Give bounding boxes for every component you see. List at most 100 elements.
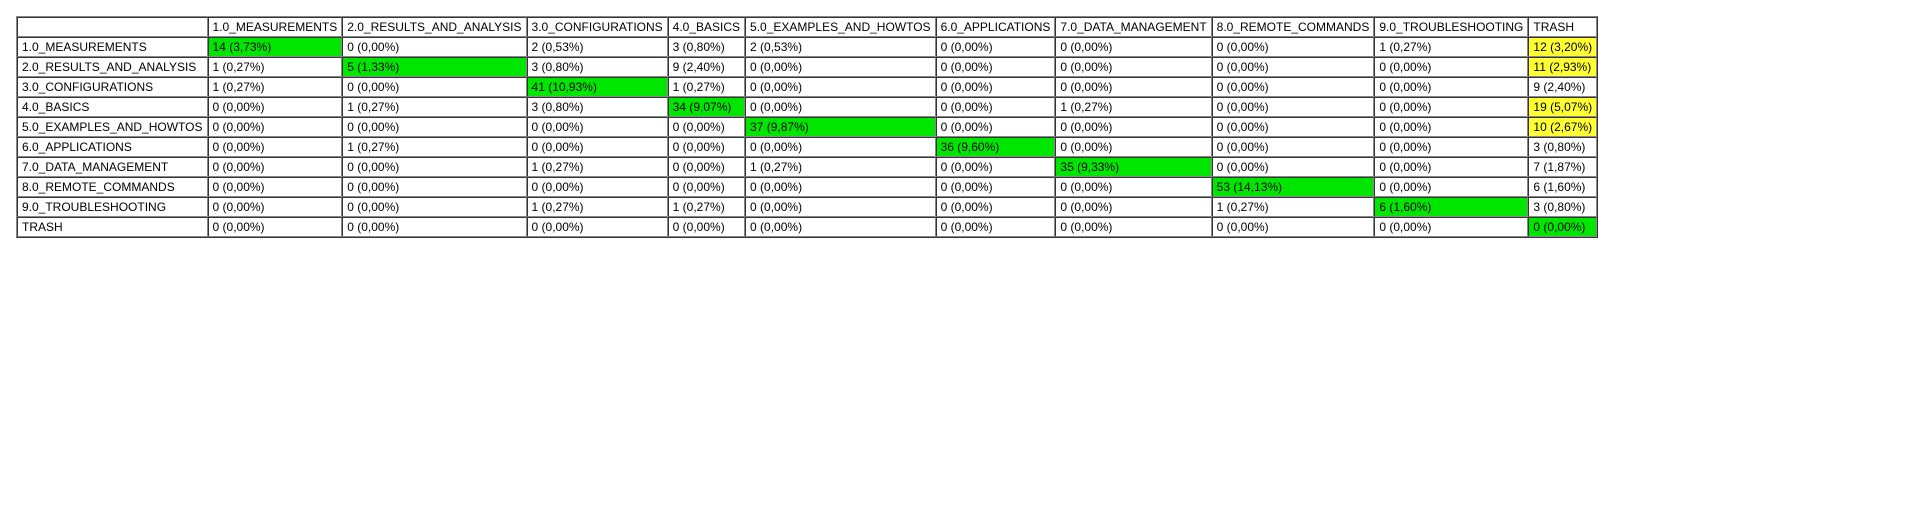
matrix-cell: 6 (1,60%): [1374, 197, 1528, 217]
matrix-cell: 0 (0,00%): [668, 177, 745, 197]
matrix-cell: 0 (0,00%): [208, 97, 343, 117]
matrix-cell: 0 (0,00%): [745, 137, 936, 157]
row-header: 6.0_APPLICATIONS: [17, 137, 208, 157]
matrix-cell: 0 (0,00%): [668, 117, 745, 137]
matrix-cell: 1 (0,27%): [342, 137, 526, 157]
col-header: 1.0_MEASUREMENTS: [208, 17, 343, 37]
matrix-cell: 0 (0,00%): [1212, 137, 1375, 157]
matrix-cell: 0 (0,00%): [1055, 57, 1211, 77]
table-row: TRASH0 (0,00%)0 (0,00%)0 (0,00%)0 (0,00%…: [17, 217, 1597, 237]
row-header: 8.0_REMOTE_COMMANDS: [17, 177, 208, 197]
matrix-cell: 0 (0,00%): [342, 177, 526, 197]
matrix-cell: 0 (0,00%): [342, 197, 526, 217]
matrix-cell: 1 (0,27%): [668, 197, 745, 217]
matrix-cell: 12 (3,20%): [1528, 37, 1597, 57]
matrix-cell: 0 (0,00%): [527, 217, 668, 237]
matrix-cell: 5 (1,33%): [342, 57, 526, 77]
col-header: 8.0_REMOTE_COMMANDS: [1212, 17, 1375, 37]
matrix-cell: 1 (0,27%): [1055, 97, 1211, 117]
matrix-cell: 1 (0,27%): [208, 57, 343, 77]
matrix-cell: 0 (0,00%): [745, 177, 936, 197]
matrix-cell: 0 (0,00%): [668, 157, 745, 177]
table-row: 2.0_RESULTS_AND_ANALYSIS1 (0,27%)5 (1,33…: [17, 57, 1597, 77]
matrix-cell: 0 (0,00%): [745, 77, 936, 97]
matrix-cell: 3 (0,80%): [527, 97, 668, 117]
table-row: 7.0_DATA_MANAGEMENT0 (0,00%)0 (0,00%)1 (…: [17, 157, 1597, 177]
matrix-cell: 53 (14,13%): [1212, 177, 1375, 197]
table-row: 3.0_CONFIGURATIONS1 (0,27%)0 (0,00%)41 (…: [17, 77, 1597, 97]
matrix-cell: 0 (0,00%): [1212, 77, 1375, 97]
matrix-cell: 0 (0,00%): [936, 57, 1056, 77]
col-header: 3.0_CONFIGURATIONS: [527, 17, 668, 37]
matrix-cell: 0 (0,00%): [208, 197, 343, 217]
row-header: 5.0_EXAMPLES_AND_HOWTOS: [17, 117, 208, 137]
matrix-cell: 34 (9,07%): [668, 97, 745, 117]
matrix-cell: 0 (0,00%): [936, 197, 1056, 217]
col-header: 5.0_EXAMPLES_AND_HOWTOS: [745, 17, 936, 37]
matrix-cell: 0 (0,00%): [527, 137, 668, 157]
matrix-cell: 1 (0,27%): [208, 77, 343, 97]
row-header: 3.0_CONFIGURATIONS: [17, 77, 208, 97]
matrix-cell: 0 (0,00%): [1374, 57, 1528, 77]
matrix-cell: 0 (0,00%): [1374, 77, 1528, 97]
matrix-cell: 0 (0,00%): [1212, 37, 1375, 57]
row-header: 1.0_MEASUREMENTS: [17, 37, 208, 57]
matrix-cell: 1 (0,27%): [527, 157, 668, 177]
matrix-cell: 7 (1,87%): [1528, 157, 1597, 177]
matrix-cell: 0 (0,00%): [745, 217, 936, 237]
matrix-cell: 0 (0,00%): [1374, 217, 1528, 237]
matrix-cell: 1 (0,27%): [745, 157, 936, 177]
matrix-cell: 0 (0,00%): [1212, 97, 1375, 117]
matrix-cell: 0 (0,00%): [1212, 217, 1375, 237]
confusion-matrix-table: 1.0_MEASUREMENTS 2.0_RESULTS_AND_ANALYSI…: [16, 16, 1598, 238]
matrix-cell: 0 (0,00%): [936, 177, 1056, 197]
matrix-cell: 11 (2,93%): [1528, 57, 1597, 77]
matrix-cell: 0 (0,00%): [527, 117, 668, 137]
matrix-cell: 10 (2,67%): [1528, 117, 1597, 137]
matrix-cell: 0 (0,00%): [1212, 117, 1375, 137]
matrix-cell: 0 (0,00%): [208, 117, 343, 137]
matrix-cell: 9 (2,40%): [1528, 77, 1597, 97]
row-header: 2.0_RESULTS_AND_ANALYSIS: [17, 57, 208, 77]
matrix-cell: 14 (3,73%): [208, 37, 343, 57]
matrix-cell: 35 (9,33%): [1055, 157, 1211, 177]
table-row: 9.0_TROUBLESHOOTING0 (0,00%)0 (0,00%)1 (…: [17, 197, 1597, 217]
matrix-cell: 0 (0,00%): [1374, 137, 1528, 157]
matrix-cell: 0 (0,00%): [1055, 177, 1211, 197]
matrix-cell: 0 (0,00%): [668, 217, 745, 237]
col-header: TRASH: [1528, 17, 1597, 37]
matrix-cell: 37 (9,87%): [745, 117, 936, 137]
matrix-cell: 0 (0,00%): [936, 157, 1056, 177]
matrix-cell: 0 (0,00%): [342, 117, 526, 137]
matrix-cell: 3 (0,80%): [527, 57, 668, 77]
matrix-cell: 36 (9,60%): [936, 137, 1056, 157]
matrix-cell: 0 (0,00%): [1055, 217, 1211, 237]
table-row: 8.0_REMOTE_COMMANDS0 (0,00%)0 (0,00%)0 (…: [17, 177, 1597, 197]
matrix-cell: 1 (0,27%): [668, 77, 745, 97]
matrix-cell: 0 (0,00%): [1055, 77, 1211, 97]
matrix-cell: 19 (5,07%): [1528, 97, 1597, 117]
table-row: 5.0_EXAMPLES_AND_HOWTOS0 (0,00%)0 (0,00%…: [17, 117, 1597, 137]
matrix-cell: 2 (0,53%): [745, 37, 936, 57]
matrix-cell: 41 (10,93%): [527, 77, 668, 97]
matrix-cell: 0 (0,00%): [936, 117, 1056, 137]
col-header: 2.0_RESULTS_AND_ANALYSIS: [342, 17, 526, 37]
matrix-cell: 0 (0,00%): [1374, 177, 1528, 197]
table-row: 6.0_APPLICATIONS0 (0,00%)1 (0,27%)0 (0,0…: [17, 137, 1597, 157]
matrix-cell: 0 (0,00%): [1212, 57, 1375, 77]
matrix-cell: 0 (0,00%): [208, 217, 343, 237]
row-header: 4.0_BASICS: [17, 97, 208, 117]
matrix-cell: 0 (0,00%): [1055, 197, 1211, 217]
matrix-cell: 1 (0,27%): [1212, 197, 1375, 217]
matrix-cell: 3 (0,80%): [668, 37, 745, 57]
matrix-cell: 1 (0,27%): [1374, 37, 1528, 57]
matrix-cell: 0 (0,00%): [668, 137, 745, 157]
matrix-cell: 0 (0,00%): [208, 157, 343, 177]
matrix-cell: 3 (0,80%): [1528, 197, 1597, 217]
matrix-cell: 0 (0,00%): [745, 57, 936, 77]
matrix-cell: 0 (0,00%): [936, 77, 1056, 97]
matrix-cell: 0 (0,00%): [342, 217, 526, 237]
matrix-cell: 0 (0,00%): [342, 157, 526, 177]
matrix-cell: 0 (0,00%): [342, 77, 526, 97]
row-header: TRASH: [17, 217, 208, 237]
